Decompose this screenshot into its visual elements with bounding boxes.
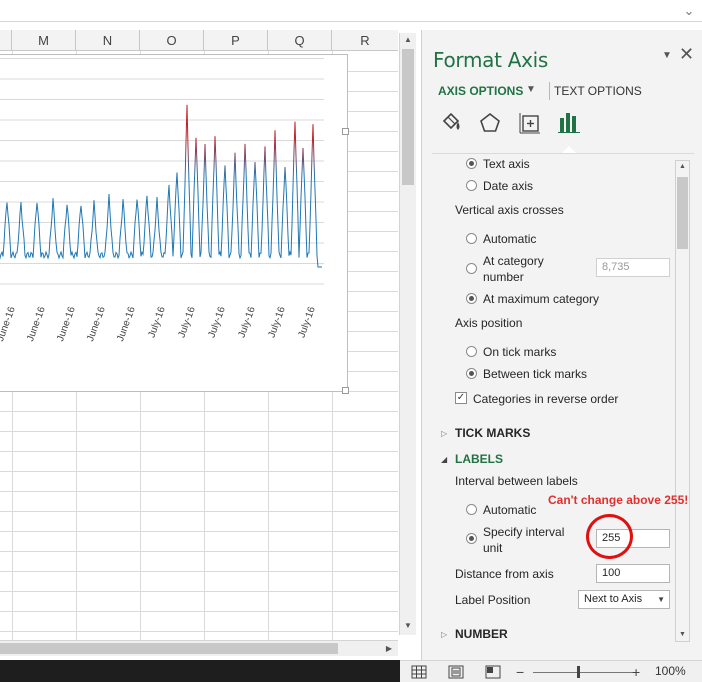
selected-icon-pointer [562,146,576,153]
tab-axis-options[interactable]: AXIS OPTIONS [438,84,523,98]
sheet-horizontal-scrollbar[interactable]: ▶ [0,640,398,656]
x-tick-label: July-16 [146,305,168,339]
zoom-slider-thumb[interactable] [577,666,580,678]
on-tick-marks-label: On tick marks [483,345,557,359]
sheet-horizontal-scroll-thumb[interactable] [0,643,338,654]
worksheet: M N O P Q R June-16 June-16 June-16 June-16 [0,30,398,640]
label-position-select[interactable]: Next to Axis ▼ [578,590,670,609]
x-tick-label: June-16 [0,305,18,343]
scroll-down-arrow-icon[interactable]: ▼ [400,619,416,633]
text-axis-label: Text axis [483,157,530,171]
pane-vertical-scrollbar[interactable]: ▲ ▼ [675,160,690,642]
x-tick-label: June-16 [115,305,138,343]
format-axis-pane: Format Axis ▼ ✕ AXIS OPTIONS ▼ TEXT OPTI… [421,30,702,660]
date-axis-label: Date axis [483,179,534,193]
vertical-axis-crosses-label: Vertical axis crosses [455,203,564,217]
scroll-up-arrow-icon[interactable]: ▲ [400,33,416,47]
line-chart: June-16 June-16 June-16 June-16 June-16 July-… [0,58,324,343]
close-icon[interactable]: ✕ [679,44,694,65]
text-axis-radio[interactable] [466,158,477,169]
zoom-level[interactable]: 100% [655,664,686,678]
crosses-at-maximum-label: At maximum category [483,292,600,306]
interval-automatic-radio[interactable] [466,504,477,515]
sheet-vertical-scrollbar[interactable]: ▲ ▼ [399,33,416,635]
axis-options-scroll-area: Text axis Date axis Vertical axis crosse… [422,154,674,650]
zoom-slider-track[interactable] [533,672,633,673]
chevron-down-icon[interactable]: ▼ [657,591,665,608]
size-properties-icon[interactable] [517,110,543,136]
normal-view-icon[interactable] [411,665,427,679]
column-header-partial[interactable] [0,30,12,51]
chart-resize-handle-bottom-right[interactable] [342,387,349,394]
crosses-automatic-radio[interactable] [466,233,477,244]
annotation-text: Can't change above 255! [548,493,689,507]
tick-marks-expand-icon[interactable]: ▷ [441,429,447,438]
number-section-header[interactable]: NUMBER [455,627,508,641]
column-header-p[interactable]: P [204,30,268,51]
excel-window: ⌄ M N O P Q R June-16 June-16 June-16 Ju… [0,0,702,682]
expand-formula-bar-icon[interactable]: ⌄ [680,2,698,20]
column-header-o[interactable]: O [140,30,204,51]
label-position-value: Next to Axis [584,593,643,605]
page-layout-view-icon[interactable] [448,665,464,679]
axis-options-icon[interactable] [556,110,582,136]
zoom-out-button[interactable]: − [516,662,524,682]
pane-icon-bar [422,110,702,148]
reverse-order-label: Categories in reverse order [473,392,619,406]
crosses-at-category-radio[interactable] [466,263,477,274]
x-tick-label: July-16 [206,305,228,339]
fill-line-icon[interactable] [438,110,464,136]
labels-section-header[interactable]: LABELS [455,452,503,466]
distance-from-axis-input[interactable]: 100 [596,564,670,583]
pane-scroll-down-icon[interactable]: ▼ [676,629,689,641]
between-tick-marks-radio[interactable] [466,368,477,379]
chart-resize-handle-right[interactable] [342,128,349,135]
column-headers: M N O P Q R [0,30,398,51]
x-tick-label: July-16 [236,305,258,339]
annotation-circle [586,514,633,559]
crosses-automatic-label: Automatic [483,232,537,246]
status-bar-left [0,660,400,682]
chart-area[interactable]: June-16 June-16 June-16 June-16 June-16 July-… [0,54,349,394]
axis-options-caret-icon[interactable]: ▼ [526,84,536,95]
reverse-order-checkbox[interactable]: ✓ [455,392,467,404]
sheet-vertical-scroll-thumb[interactable] [402,49,414,185]
pane-title: Format Axis [433,48,549,72]
column-header-r[interactable]: R [332,30,398,51]
x-tick-label: June-16 [55,305,78,343]
tick-marks-section-header[interactable]: TICK MARKS [455,426,530,440]
axis-position-label: Axis position [455,316,523,330]
crosses-category-number-input[interactable]: 8,735 [596,258,670,277]
scroll-right-arrow-icon[interactable]: ▶ [382,641,396,656]
status-bar: − + 100% [0,660,702,682]
column-header-m[interactable]: M [12,30,76,51]
interval-between-labels-label: Interval between labels [455,474,578,488]
tab-text-options[interactable]: TEXT OPTIONS [554,84,642,98]
x-tick-label: July-16 [296,305,318,339]
specify-interval-radio[interactable] [466,533,477,544]
tab-divider [549,82,550,100]
x-tick-label: July-16 [176,305,198,339]
pane-scroll-up-icon[interactable]: ▲ [676,161,689,173]
x-tick-label: June-16 [25,305,48,343]
zoom-in-button[interactable]: + [632,662,640,682]
effects-icon[interactable] [477,110,503,136]
column-header-n[interactable]: N [76,30,140,51]
labels-collapse-icon[interactable]: ◢ [441,455,447,464]
pane-scroll-thumb[interactable] [677,177,688,249]
page-break-preview-icon[interactable] [485,665,501,679]
column-header-q[interactable]: Q [268,30,332,51]
number-expand-icon[interactable]: ▷ [441,630,447,639]
crosses-at-maximum-radio[interactable] [466,293,477,304]
date-axis-radio[interactable] [466,180,477,191]
on-tick-marks-radio[interactable] [466,346,477,357]
status-bar-view-controls: − + 100% [400,660,702,682]
formula-bar: ⌄ [0,0,702,22]
between-tick-marks-label: Between tick marks [483,367,588,381]
x-tick-label: July-16 [266,305,288,339]
pane-options-dropdown-icon[interactable]: ▼ [662,50,672,61]
x-tick-label: June-16 [85,305,108,343]
